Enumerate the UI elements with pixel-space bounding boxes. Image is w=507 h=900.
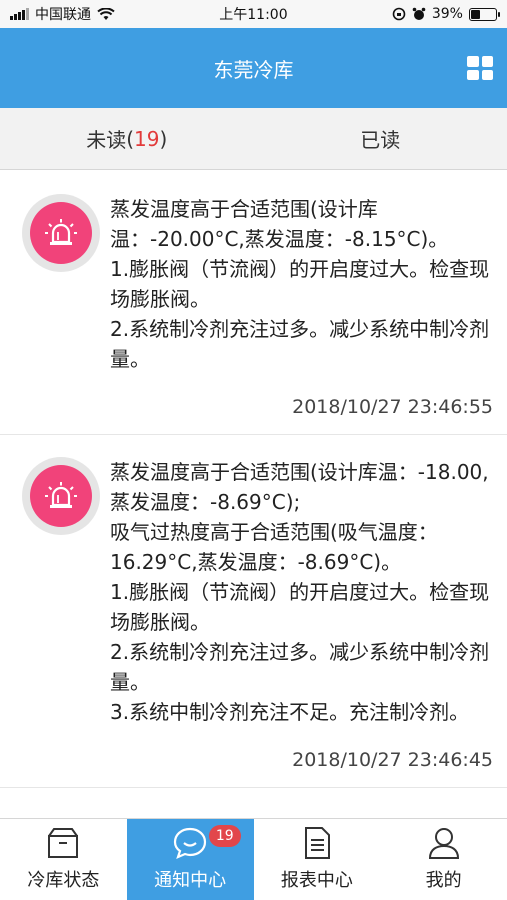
status-time: 上午11:00 <box>219 7 288 23</box>
tab-read-label: 已读 <box>360 128 401 152</box>
alarm-clock-icon <box>412 7 426 20</box>
document-icon <box>304 827 330 859</box>
chat-bubble-icon <box>174 827 207 859</box>
alarm-light-icon <box>22 457 100 535</box>
tab-read[interactable]: 已读 <box>254 108 507 169</box>
nav-label: 我的 <box>425 870 462 891</box>
notification-badge: 19 <box>208 825 241 847</box>
tab-unread[interactable]: 未读(19) <box>0 108 254 169</box>
notice-text: 蒸发温度高于合适范围(设计库温：-20.00°C,蒸发温度：-8.15°C)。 … <box>110 197 490 371</box>
page-title: 东莞冷库 <box>213 57 294 82</box>
tab-bar: 未读(19) 已读 <box>0 108 507 170</box>
nav-label: 通知中心 <box>154 870 227 891</box>
tab-unread-count: 19 <box>134 126 160 151</box>
rotation-lock-icon <box>392 7 406 21</box>
status-bar: 中国联通 上午11:00 39% <box>0 0 507 28</box>
nav-label: 冷库状态 <box>27 870 100 891</box>
bottom-nav: 冷库状态 通知中心 19 报表中心 我的 <box>0 818 507 900</box>
alarm-light-icon <box>22 194 100 272</box>
list-item[interactable]: 蒸发温度高于合适范围(设计库温：-20.00°C,蒸发温度：-8.15°C)。 … <box>0 172 507 435</box>
wifi-icon <box>97 7 115 20</box>
tab-unread-label: 未读 <box>86 128 127 152</box>
notice-text: 蒸发温度高于合适范围(设计库温：-18.00,蒸发温度：-8.69°C); 吸气… <box>110 460 490 724</box>
list-item[interactable]: 蒸发温度高于合适范围(设计库温：-18.00,蒸发温度：-8.69°C); 吸气… <box>0 435 507 788</box>
nav-item-profile[interactable]: 我的 <box>380 819 507 900</box>
box-icon <box>48 828 79 858</box>
notification-list[interactable]: 蒸发温度高于合适范围(设计库温：-20.00°C,蒸发温度：-8.15°C)。 … <box>0 172 507 818</box>
notice-time: 2018/10/27 23:46:45 <box>292 749 493 771</box>
person-icon <box>428 828 459 859</box>
nav-label: 报表中心 <box>280 870 353 891</box>
nav-item-report-center[interactable]: 报表中心 <box>254 819 381 900</box>
carrier-label: 中国联通 <box>35 7 91 23</box>
nav-item-notification-center[interactable]: 通知中心 19 <box>126 819 254 900</box>
notice-time: 2018/10/27 23:46:55 <box>292 396 493 418</box>
battery-icon <box>468 7 500 21</box>
app-header: 东莞冷库 <box>0 28 507 108</box>
grid-icon <box>467 56 479 67</box>
nav-item-storage-status[interactable]: 冷库状态 <box>0 819 127 900</box>
battery-percent: 39% <box>431 6 463 22</box>
grid-menu-button[interactable] <box>467 56 493 80</box>
signal-icon <box>10 8 29 20</box>
